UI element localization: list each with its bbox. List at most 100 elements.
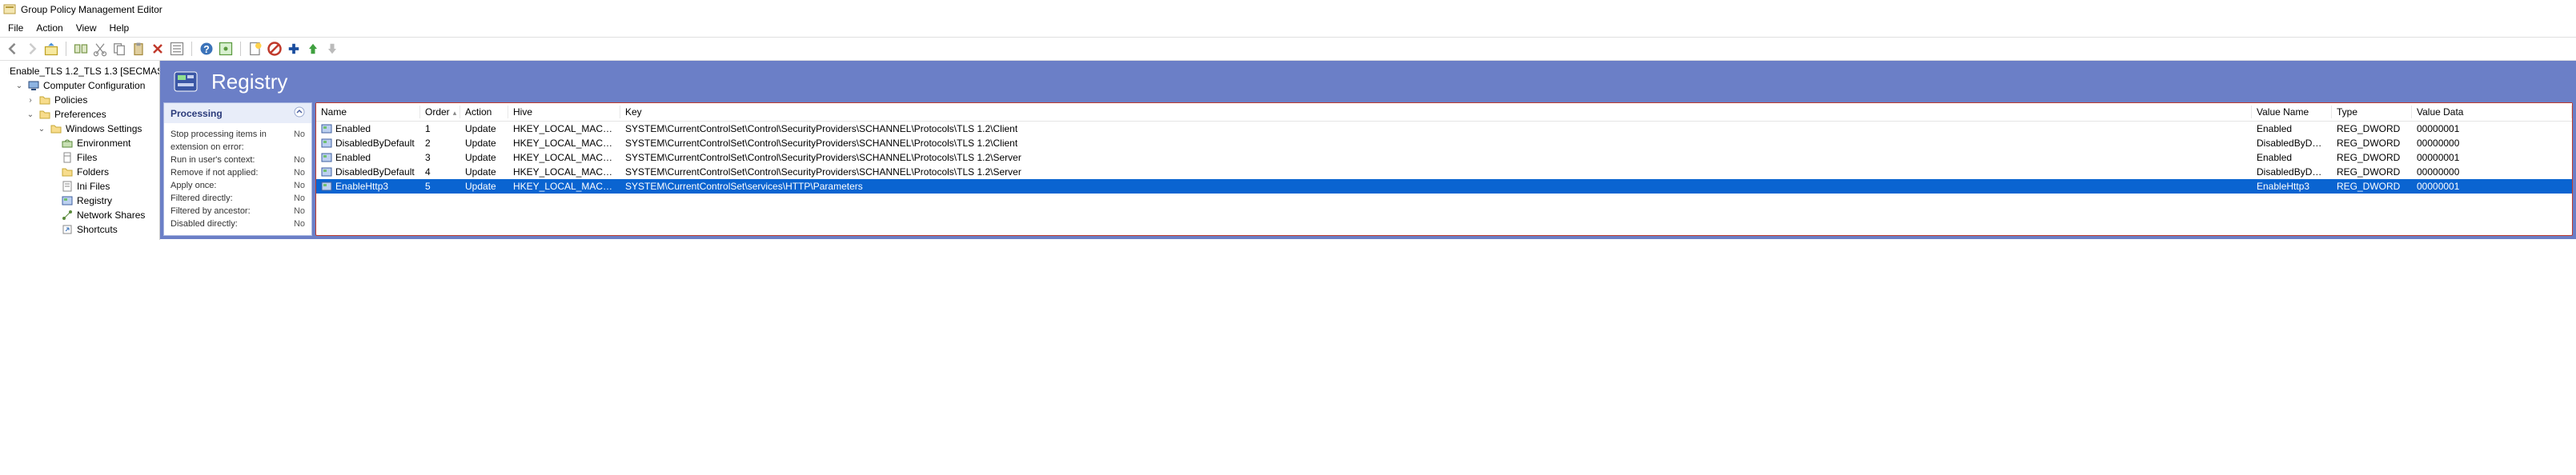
registry-item-icon — [321, 181, 332, 192]
tree-policies[interactable]: › Policies — [3, 93, 159, 107]
cell-value-data: 00000001 — [2412, 122, 2572, 137]
table-row[interactable]: DisabledByDefault2UpdateHKEY_LOCAL_MACHI… — [316, 136, 2572, 150]
cell-order: 5 — [420, 179, 460, 194]
col-value-name[interactable]: Value Name — [2252, 103, 2332, 122]
tree-twisty[interactable]: › — [26, 96, 35, 105]
menu-help[interactable]: Help — [110, 22, 130, 34]
tree-item-registry[interactable]: Registry — [3, 194, 159, 208]
col-name[interactable]: Name — [316, 103, 420, 122]
cut-button[interactable] — [92, 41, 108, 57]
menu-file[interactable]: File — [8, 22, 23, 34]
folders-icon — [61, 166, 74, 178]
ini-icon — [61, 180, 74, 193]
table-row[interactable]: EnableHttp35UpdateHKEY_LOCAL_MACHINESYST… — [316, 179, 2572, 194]
cell-order: 1 — [420, 122, 460, 137]
tree-preferences[interactable]: ⌄ Preferences — [3, 107, 159, 122]
cell-name: Enabled — [316, 150, 420, 165]
processing-row: Apply once:No — [171, 179, 305, 192]
options-button[interactable] — [218, 41, 234, 57]
cell-order: 3 — [420, 150, 460, 165]
menubar: File Action View Help — [0, 19, 2576, 37]
cell-key: SYSTEM\CurrentControlSet\Control\Securit… — [620, 150, 2252, 165]
processing-value: No — [294, 179, 305, 192]
tree-root[interactable]: Enable_TLS 1.2_TLS 1.3 [SECMAST — [3, 64, 159, 78]
collapse-icon[interactable] — [294, 106, 305, 120]
menu-action[interactable]: Action — [36, 22, 62, 34]
show-hide-tree-button[interactable] — [73, 41, 89, 57]
tree-twisty[interactable]: ⌄ — [14, 82, 24, 90]
new-item-button[interactable] — [247, 41, 263, 57]
folder-icon — [50, 122, 62, 135]
col-hive[interactable]: Hive — [508, 103, 620, 122]
tree-item-files[interactable]: Files — [3, 150, 159, 165]
tree-item-ini-files[interactable]: Ini Files — [3, 179, 159, 194]
tree-item-folders[interactable]: Folders — [3, 165, 159, 179]
copy-button[interactable] — [111, 41, 127, 57]
tree-twisty[interactable]: ⌄ — [37, 125, 46, 134]
tree-item-environment[interactable]: Environment — [3, 136, 159, 150]
move-down-button[interactable] — [324, 41, 340, 57]
registry-item-icon — [321, 138, 332, 149]
cell-value-data: 00000001 — [2412, 150, 2572, 165]
menu-view[interactable]: View — [76, 22, 97, 34]
add-button[interactable] — [286, 41, 302, 57]
cell-action: Update — [460, 122, 508, 137]
processing-body: Stop processing items in extension on er… — [164, 123, 311, 235]
cell-hive: HKEY_LOCAL_MACHINE — [508, 136, 620, 150]
cell-name: Enabled — [316, 122, 420, 137]
sort-asc-icon: ▴ — [453, 109, 457, 117]
registry-item-icon — [321, 166, 332, 178]
cell-hive: HKEY_LOCAL_MACHINE — [508, 165, 620, 179]
paste-button[interactable] — [130, 41, 146, 57]
help-button[interactable]: ? — [199, 41, 215, 57]
delete-button[interactable] — [150, 41, 166, 57]
table-row[interactable]: Enabled1UpdateHKEY_LOCAL_MACHINESYSTEM\C… — [316, 122, 2572, 137]
tree-label: Policies — [54, 94, 87, 106]
cell-key: SYSTEM\CurrentControlSet\Control\Securit… — [620, 136, 2252, 150]
window-title: Group Policy Management Editor — [21, 4, 163, 15]
move-up-button[interactable] — [305, 41, 321, 57]
col-key[interactable]: Key — [620, 103, 2252, 122]
cell-hive: HKEY_LOCAL_MACHINE — [508, 150, 620, 165]
registry-icon — [61, 194, 74, 207]
tree-item-network-shares[interactable]: Network Shares — [3, 208, 159, 222]
cell-type: REG_DWORD — [2332, 165, 2412, 179]
env-icon — [61, 137, 74, 150]
processing-header[interactable]: Processing — [164, 103, 311, 123]
processing-row: Filtered directly:No — [171, 192, 305, 205]
col-action[interactable]: Action — [460, 103, 508, 122]
table-row[interactable]: Enabled3UpdateHKEY_LOCAL_MACHINESYSTEM\C… — [316, 150, 2572, 165]
back-button[interactable] — [5, 41, 21, 57]
cell-value-data: 00000000 — [2412, 136, 2572, 150]
app-icon — [3, 3, 16, 16]
col-value-data[interactable]: Value Data — [2412, 103, 2572, 122]
cell-name: DisabledByDefault — [316, 136, 420, 150]
processing-value: No — [294, 154, 305, 166]
processing-row: Run in user's context:No — [171, 154, 305, 166]
tree-windows-settings[interactable]: ⌄ Windows Settings — [3, 122, 159, 136]
body: Enable_TLS 1.2_TLS 1.3 [SECMAST ⌄ Comput… — [0, 61, 2576, 240]
cell-order: 2 — [420, 136, 460, 150]
forward-button[interactable] — [24, 41, 40, 57]
processing-row: Stop processing items in extension on er… — [171, 128, 305, 154]
toolbar-sep — [191, 42, 192, 56]
tree-computer-config[interactable]: ⌄ Computer Configuration — [3, 78, 159, 93]
tree-label: Shortcuts — [77, 224, 118, 235]
up-button[interactable] — [43, 41, 59, 57]
table-row[interactable]: DisabledByDefault4UpdateHKEY_LOCAL_MACHI… — [316, 165, 2572, 179]
cell-key: SYSTEM\CurrentControlSet\Control\Securit… — [620, 122, 2252, 137]
folder-icon — [38, 108, 51, 121]
tree-twisty[interactable]: ⌄ — [26, 110, 35, 119]
col-type[interactable]: Type — [2332, 103, 2412, 122]
files-icon — [61, 151, 74, 164]
cell-type: REG_DWORD — [2332, 136, 2412, 150]
processing-row: Remove if not applied:No — [171, 166, 305, 179]
banner-title: Registry — [211, 70, 287, 94]
col-order[interactable]: Order▴ — [420, 103, 460, 122]
tree-pane[interactable]: Enable_TLS 1.2_TLS 1.3 [SECMAST ⌄ Comput… — [0, 61, 160, 240]
cell-type: REG_DWORD — [2332, 122, 2412, 137]
properties-button[interactable] — [169, 41, 185, 57]
stop-button[interactable] — [267, 41, 283, 57]
lower: Processing Stop processing items in exte… — [160, 102, 2576, 239]
tree-item-shortcuts[interactable]: Shortcuts — [3, 222, 159, 237]
